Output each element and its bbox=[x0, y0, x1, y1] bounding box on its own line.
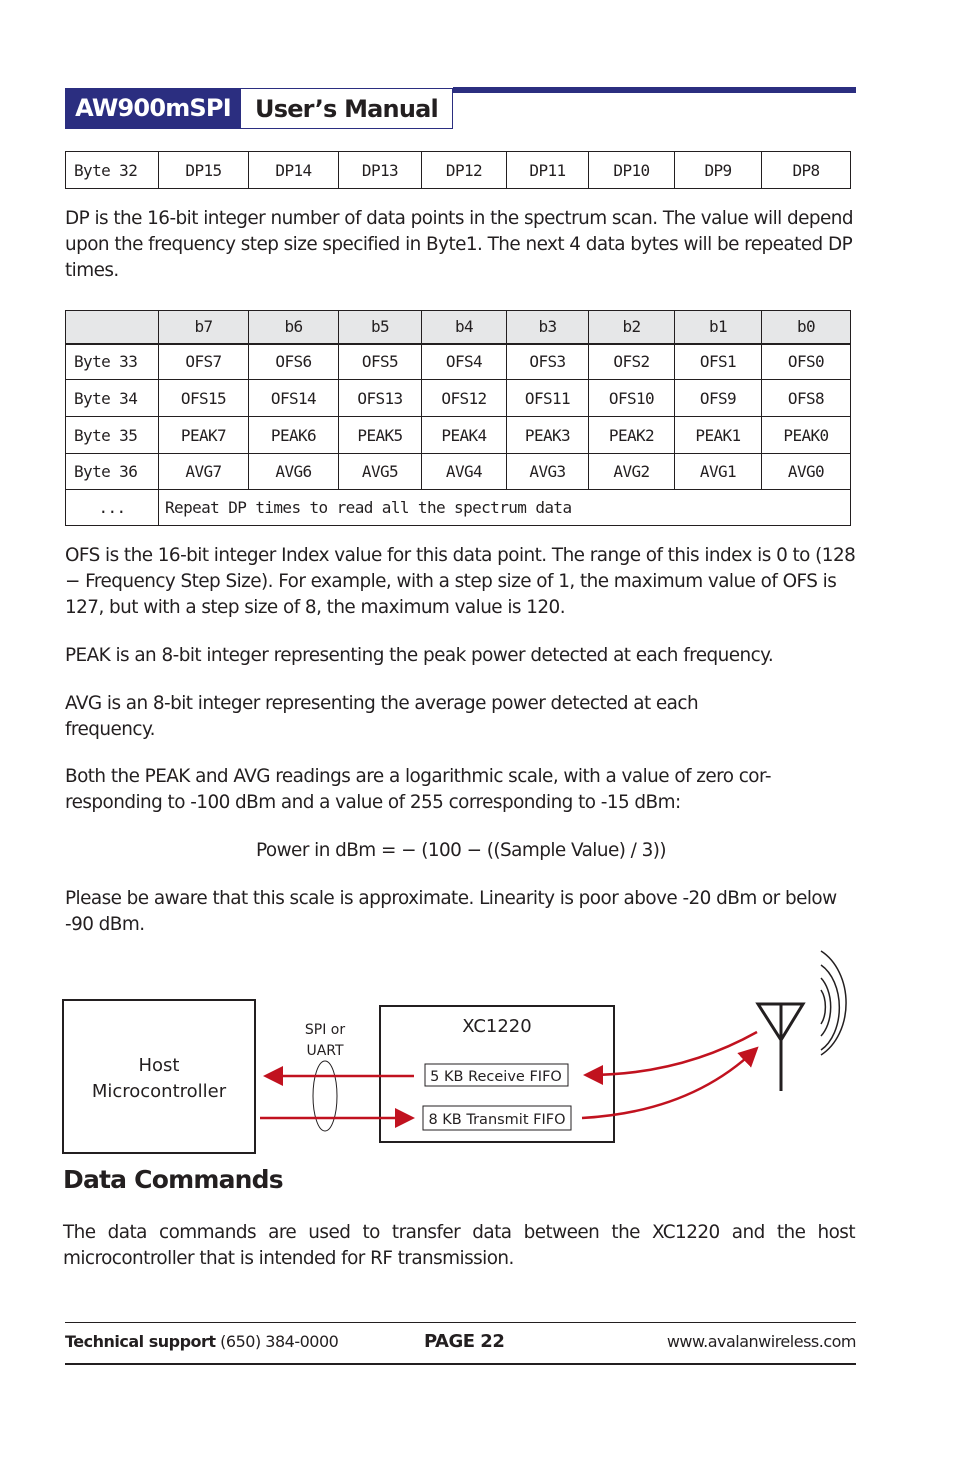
table-row: Byte 32 DP15 DP14 DP13 DP12 DP11 DP10 DP… bbox=[65, 151, 851, 189]
table-cell: AVG3 bbox=[506, 453, 589, 490]
page-number: PAGE 22 bbox=[424, 1331, 505, 1352]
table-cell: OFS14 bbox=[248, 379, 339, 417]
column-header: b0 bbox=[761, 310, 851, 345]
table-cell: DP15 bbox=[158, 151, 249, 189]
table-header-row: b7 b6 b5 b4 b3 b2 b1 b0 bbox=[65, 310, 851, 345]
table-cell: DP11 bbox=[506, 151, 589, 189]
table-cell: AVG4 bbox=[421, 453, 507, 490]
table-cell: AVG5 bbox=[338, 453, 422, 490]
row-label: Byte 33 bbox=[65, 343, 159, 380]
xc1220-label: XC1220 bbox=[462, 1016, 531, 1037]
table-cell: OFS13 bbox=[338, 379, 422, 417]
table-cell: DP13 bbox=[338, 151, 422, 189]
column-header: b6 bbox=[248, 310, 339, 345]
tx-fifo-label: 8 KB Transmit FIFO bbox=[428, 1112, 565, 1128]
row-label: Byte 32 bbox=[65, 151, 159, 189]
website-link[interactable]: www.avalanwireless.com bbox=[667, 1332, 857, 1351]
table-cell: OFS11 bbox=[506, 379, 589, 417]
row-label: Byte 36 bbox=[65, 453, 159, 490]
table-cell: OFS10 bbox=[588, 379, 675, 417]
column-header bbox=[65, 310, 159, 345]
table-cell: AVG7 bbox=[158, 453, 249, 490]
host-label-line1: Host bbox=[139, 1055, 180, 1076]
paragraph-dp: DP is the 16-bit integer number of data … bbox=[65, 208, 854, 281]
table-cell: DP12 bbox=[421, 151, 507, 189]
table-row: Byte 36 AVG7 AVG6 AVG5 AVG4 AVG3 AVG2 AV… bbox=[65, 453, 851, 490]
column-header: b7 bbox=[158, 310, 249, 345]
paragraph-approx: Please be aware that this scale is appro… bbox=[65, 888, 837, 935]
tech-support: Technical support (650) 384-0000 bbox=[65, 1332, 339, 1351]
table-cell: OFS5 bbox=[338, 343, 422, 380]
bus-ellipse bbox=[312, 1060, 338, 1132]
table-cell: OFS0 bbox=[761, 343, 851, 380]
byte32-table: Byte 32 DP15 DP14 DP13 DP12 DP11 DP10 DP… bbox=[65, 151, 851, 189]
host-label-line2: Microcontroller bbox=[92, 1081, 227, 1102]
table-cell: DP8 bbox=[761, 151, 851, 189]
table-cell: OFS9 bbox=[674, 379, 762, 417]
tech-support-phone: (650) 384-0000 bbox=[220, 1332, 339, 1351]
table-cell: AVG0 bbox=[761, 453, 851, 490]
spectrum-data-table: b7 b6 b5 b4 b3 b2 b1 b0 Byte 33 OFS7 OFS… bbox=[65, 310, 851, 526]
table-cell: OFS4 bbox=[421, 343, 507, 380]
column-header: b2 bbox=[588, 310, 675, 345]
table-cell: PEAK4 bbox=[421, 416, 507, 454]
paragraph-peak: PEAK is an 8-bit integer representing th… bbox=[65, 645, 774, 666]
column-header: b5 bbox=[338, 310, 422, 345]
tx-to-antenna-arrow bbox=[581, 1046, 759, 1120]
row-label: ... bbox=[65, 489, 159, 526]
table-row: Byte 33 OFS7 OFS6 OFS5 OFS4 OFS3 OFS2 OF… bbox=[65, 343, 851, 380]
table-cell: DP10 bbox=[588, 151, 675, 189]
table-cell: PEAK1 bbox=[674, 416, 762, 454]
table-cell: OFS8 bbox=[761, 379, 851, 417]
table-cell: DP14 bbox=[248, 151, 339, 189]
row-label: Byte 35 bbox=[65, 416, 159, 454]
table-cell: OFS1 bbox=[674, 343, 762, 380]
column-header: b3 bbox=[506, 310, 589, 345]
table-cell: OFS7 bbox=[158, 343, 249, 380]
table-cell: AVG6 bbox=[248, 453, 339, 490]
bus-label-line2: UART bbox=[306, 1043, 344, 1059]
repeat-note: Repeat DP times to read all the spectrum… bbox=[158, 489, 851, 526]
table-row: Byte 34 OFS15 OFS14 OFS13 OFS12 OFS11 OF… bbox=[65, 379, 851, 417]
column-header: b1 bbox=[674, 310, 762, 345]
section-body: The data commands are used to transfer d… bbox=[63, 1222, 856, 1269]
bus-label-line1: SPI or bbox=[305, 1022, 345, 1038]
tech-support-label: Technical support bbox=[65, 1332, 216, 1351]
section-title: Data Commands bbox=[63, 1165, 284, 1194]
column-header: b4 bbox=[421, 310, 507, 345]
table-cell: OFS6 bbox=[248, 343, 339, 380]
table-cell: OFS15 bbox=[158, 379, 249, 417]
row-label: Byte 34 bbox=[65, 379, 159, 417]
table-cell: OFS3 bbox=[506, 343, 589, 380]
table-cell: AVG1 bbox=[674, 453, 762, 490]
antenna-icon bbox=[755, 1002, 806, 1091]
paragraph-avg: AVG is an 8-bit integer representing the… bbox=[65, 693, 699, 740]
table-row: Byte 35 PEAK7 PEAK6 PEAK5 PEAK4 PEAK3 PE… bbox=[65, 416, 851, 454]
manual-title: User’s Manual bbox=[241, 88, 453, 129]
table-cell: PEAK2 bbox=[588, 416, 675, 454]
block-diagram: Host Microcontroller SPI or UART XC1220 … bbox=[62, 950, 847, 1154]
footer-rule-bottom bbox=[65, 1363, 856, 1365]
header-rule bbox=[453, 87, 856, 93]
table-cell: PEAK6 bbox=[248, 416, 339, 454]
paragraph-ofs: OFS is the 16-bit integer Index value fo… bbox=[65, 545, 856, 618]
table-cell: PEAK7 bbox=[158, 416, 249, 454]
product-name: AW900mSPI bbox=[65, 88, 241, 129]
footer-rule-top bbox=[65, 1322, 856, 1323]
table-cell: OFS12 bbox=[421, 379, 507, 417]
table-cell: PEAK3 bbox=[506, 416, 589, 454]
power-formula: Power in dBm = − (100 − ((Sample Value) … bbox=[255, 840, 667, 861]
paragraph-log-scale: Both the PEAK and AVG readings are a log… bbox=[65, 766, 771, 813]
table-cell: DP9 bbox=[674, 151, 762, 189]
rx-fifo-label: 5 KB Receive FIFO bbox=[430, 1069, 562, 1085]
table-cell: PEAK0 bbox=[761, 416, 851, 454]
table-cell: AVG2 bbox=[588, 453, 675, 490]
table-row-repeat: ... Repeat DP times to read all the spec… bbox=[65, 489, 851, 526]
table-cell: PEAK5 bbox=[338, 416, 422, 454]
table-cell: OFS2 bbox=[588, 343, 675, 380]
radio-waves-icon bbox=[820, 950, 847, 1056]
host-box bbox=[62, 999, 256, 1154]
